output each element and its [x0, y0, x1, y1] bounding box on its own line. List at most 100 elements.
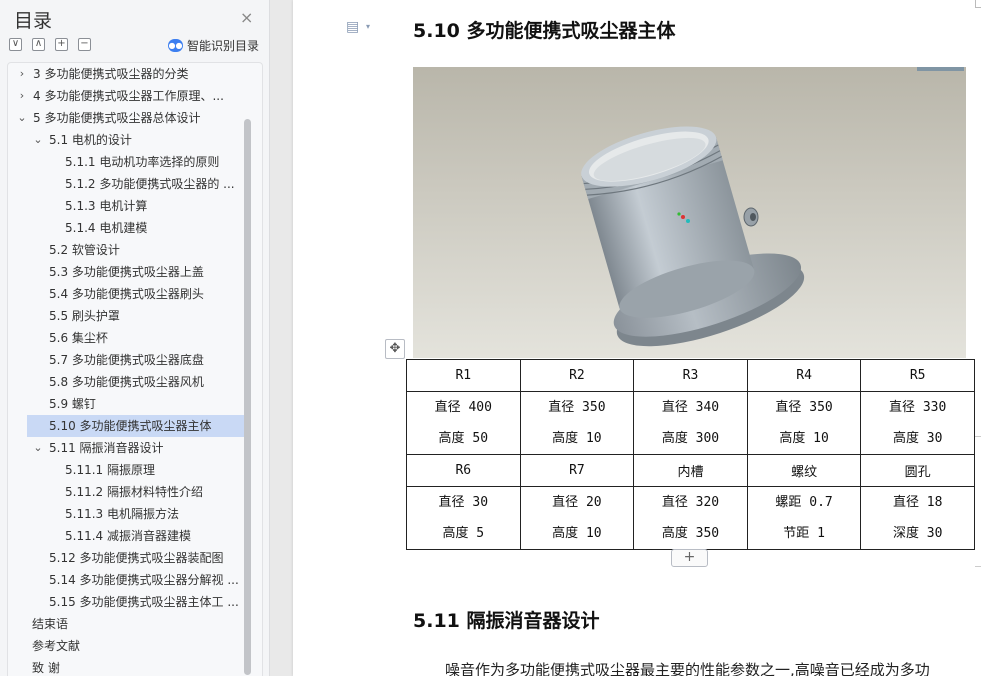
toc-item[interactable]: 5.12 多功能便携式吸尘器装配图	[49, 547, 244, 569]
collapse-all-icon[interactable]: ∨	[9, 38, 22, 51]
toc-item-label: 5.10 多功能便携式吸尘器主体	[49, 419, 212, 433]
toc-item[interactable]: 5.1 电机的设计	[49, 129, 244, 151]
table-cell[interactable]: 直径 330 高度 30	[860, 391, 975, 455]
heading-5-11: 5.11 隔振消音器设计	[413, 610, 600, 632]
toc-title: 目录	[14, 10, 53, 32]
table-cell-line: 高度 10	[552, 431, 602, 446]
toc-scrollbar[interactable]	[244, 119, 251, 675]
body-paragraph: 噪音作为多功能便携式吸尘器最主要的性能参数之一,高噪音已经成为多功	[445, 661, 930, 676]
dimension-table: R1 R2 R3 R4 R5 直径 400 高度 50 直径 350 高度 10 直径 340 高度…	[406, 359, 975, 550]
toc-item-label: 5 多功能便携式吸尘器总体设计	[33, 111, 201, 125]
toc-item[interactable]: 5.11.2 隔振材料特性介绍	[65, 481, 244, 503]
table-cell-line: 螺距 0.7	[775, 495, 833, 510]
toc-item-selected[interactable]: 5.10 多功能便携式吸尘器主体	[27, 415, 244, 437]
table-cell[interactable]: 螺纹	[746, 454, 862, 487]
toc-item-label: 5.5 刷头护罩	[49, 309, 120, 323]
close-icon[interactable]: ×	[240, 8, 253, 27]
toc-item[interactable]: 结束语	[32, 613, 244, 635]
toc-item[interactable]: 5.14 多功能便携式吸尘器分解视 ...	[49, 569, 244, 591]
toc-item[interactable]: 5.11 隔振消音器设计	[49, 437, 244, 459]
table-cell[interactable]: 直径 30 高度 5	[406, 486, 521, 550]
chevron-down-icon[interactable]: ⌄	[17, 111, 27, 124]
smart-toc-button[interactable]: ●● 智能识别目录	[168, 37, 259, 54]
remove-heading-icon[interactable]: −	[78, 38, 91, 51]
toc-item-label: 5.11 隔振消音器设计	[49, 441, 164, 455]
table-cell[interactable]: R3	[633, 359, 748, 392]
table-cell[interactable]: R2	[519, 359, 635, 392]
table-cell-line: 高度 10	[552, 526, 602, 541]
toc-item[interactable]: 5 多功能便携式吸尘器总体设计	[33, 107, 244, 129]
toc-item[interactable]: 5.1.1 电动机功率选择的原则	[65, 151, 244, 173]
toc-item[interactable]: 5.5 刷头护罩	[49, 305, 244, 327]
table-cell[interactable]: 直径 350 高度 10	[746, 391, 862, 455]
table-row: 直径 400 高度 50 直径 350 高度 10 直径 340 高度 300 直径 350…	[406, 391, 975, 455]
toc-item[interactable]: 致 谢	[32, 657, 244, 676]
paragraph-icon[interactable]: ▤	[346, 19, 359, 35]
add-heading-icon[interactable]: +	[55, 38, 68, 51]
page-gutter	[271, 0, 293, 676]
table-cell[interactable]: 直径 350 高度 10	[519, 391, 635, 455]
toc-item[interactable]: 5.3 多功能便携式吸尘器上盖	[49, 261, 244, 283]
table-cell-line: 高度 50	[438, 431, 489, 446]
toc-item[interactable]: 5.11.4 减振消音器建模	[65, 525, 244, 547]
table-cell-line: 高度 5	[442, 526, 485, 541]
toc-item[interactable]: 5.11.1 隔振原理	[65, 459, 244, 481]
table-cell[interactable]: 直径 340 高度 300	[633, 391, 748, 455]
toc-item-label: 5.2 软管设计	[49, 243, 120, 257]
right-edge-mark	[975, 566, 981, 567]
table-cell[interactable]: R6	[406, 454, 521, 487]
toc-item[interactable]: 4 多功能便携式吸尘器工作原理、...	[33, 85, 244, 107]
table-row: R6 R7 内槽 螺纹 圆孔	[406, 454, 975, 487]
table-cell-line: 直径 340	[661, 400, 720, 415]
table-cell[interactable]: R7	[519, 454, 635, 487]
toc-item[interactable]: 3 多功能便携式吸尘器的分类	[33, 63, 244, 85]
toc-item[interactable]: 5.7 多功能便携式吸尘器底盘	[49, 349, 244, 371]
toc-item[interactable]: 5.4 多功能便携式吸尘器刷头	[49, 283, 244, 305]
chevron-down-icon[interactable]: ⌄	[33, 441, 43, 454]
table-cell-line: 高度 30	[892, 431, 943, 446]
table-row: 直径 30 高度 5 直径 20 高度 10 直径 320 高度 350 螺距 0.7 节距 …	[406, 486, 975, 550]
toc-item-label: 5.11.4 减振消音器建模	[65, 529, 191, 543]
table-cell-line: 直径 350	[775, 400, 833, 415]
table-cell[interactable]: 直径 20 高度 10	[519, 486, 635, 550]
toc-item-label: 5.7 多功能便携式吸尘器底盘	[49, 353, 204, 367]
toc-item[interactable]: 5.11.3 电机隔振方法	[65, 503, 244, 525]
toc-item-label: 5.1.1 电动机功率选择的原则	[65, 155, 220, 169]
table-cell[interactable]: 螺距 0.7 节距 1	[746, 486, 862, 550]
toc-item[interactable]: 5.2 软管设计	[49, 239, 244, 261]
toc-item-label: 5.11.3 电机隔振方法	[65, 507, 179, 521]
chevron-right-icon[interactable]: ›	[17, 67, 27, 80]
table-cell-line: 深度 30	[892, 526, 943, 541]
table-cell[interactable]: R5	[860, 359, 975, 392]
toc-item[interactable]: 5.1.3 电机计算	[65, 195, 244, 217]
chevron-down-icon[interactable]: ⌄	[33, 133, 43, 146]
toc-item-label: 5.1 电机的设计	[49, 133, 132, 147]
expand-all-icon[interactable]: ∧	[32, 38, 45, 51]
table-cell[interactable]: 直径 18 深度 30	[860, 486, 975, 550]
toc-item[interactable]: 5.6 集尘杯	[49, 327, 244, 349]
toc-item-label: 5.12 多功能便携式吸尘器装配图	[49, 551, 224, 565]
smart-toc-icon: ●●	[168, 39, 183, 52]
table-cell[interactable]: 直径 320 高度 350	[633, 486, 748, 550]
toc-item[interactable]: 5.15 多功能便携式吸尘器主体工 ...	[49, 591, 244, 613]
table-cell[interactable]: 内槽	[633, 454, 748, 487]
table-cell[interactable]: 圆孔	[860, 454, 975, 487]
table-cell[interactable]: R4	[746, 359, 862, 392]
toc-item-label: 5.9 螺钉	[49, 397, 96, 411]
toc-item[interactable]: 5.1.2 多功能便携式吸尘器的 ...	[65, 173, 244, 195]
table-cell[interactable]: 直径 400 高度 50	[406, 391, 521, 455]
render-corner-mark	[917, 67, 964, 71]
toc-item[interactable]: 参考文献	[32, 635, 244, 657]
toc-item[interactable]: 5.9 螺钉	[49, 393, 244, 415]
add-row-button[interactable]: +	[671, 549, 708, 567]
table-move-handle-icon[interactable]: ✥	[385, 339, 405, 359]
table-cell[interactable]: R1	[406, 359, 521, 392]
heading-5-10: 5.10 多功能便携式吸尘器主体	[413, 20, 676, 42]
toc-item[interactable]: 5.1.4 电机建模	[65, 217, 244, 239]
table-cell-line: 直径 18	[892, 495, 943, 510]
toc-item[interactable]: 5.8 多功能便携式吸尘器风机	[49, 371, 244, 393]
table-cell-line: 直径 320	[661, 495, 720, 510]
toc-list: 3 多功能便携式吸尘器的分类 › 4 多功能便携式吸尘器工作原理、... › 5 多功能…	[7, 62, 263, 676]
chevron-down-icon[interactable]: ▾	[366, 22, 370, 31]
chevron-right-icon[interactable]: ›	[17, 89, 27, 102]
